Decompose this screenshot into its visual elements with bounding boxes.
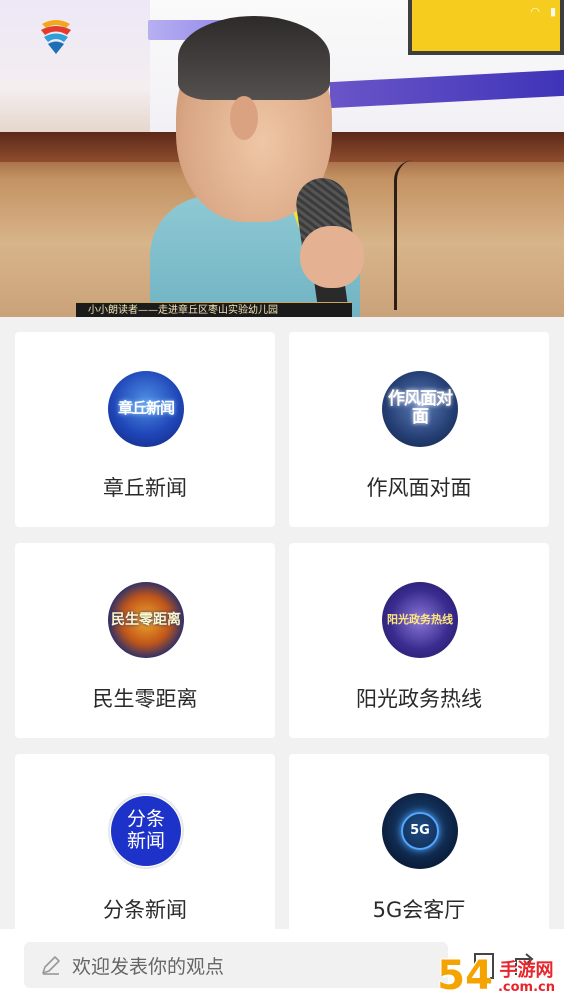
channel-card-zhangqiu-news[interactable]: 章丘新闻 章丘新闻 (15, 332, 275, 527)
channel-label: 民生零距离 (92, 687, 198, 711)
child-hand (300, 226, 364, 288)
app-logo-icon (41, 20, 71, 54)
wifi-icon: ◠ (530, 4, 540, 18)
video-player[interactable]: 小小朗读者——走进章丘区枣山实验幼儿园 ◠ ▮ (0, 0, 564, 317)
child-ear (230, 96, 258, 140)
child-hair (178, 16, 330, 100)
video-caption: 小小朗读者——走进章丘区枣山实验幼儿园 (76, 302, 352, 317)
channel-card-zuofeng[interactable]: 作风面对面 作风面对面 (289, 332, 549, 527)
channel-label: 阳光政务热线 (356, 687, 482, 711)
watermark-number: 54 (437, 953, 493, 999)
channel-grid: 章丘新闻 章丘新闻 作风面对面 作风面对面 民生零距离 民生零距离 阳光政务热线… (0, 317, 564, 949)
microphone-cable (394, 160, 414, 310)
sunshine-gov-hotline-icon: 阳光政务热线 (382, 582, 458, 658)
comment-bar: 欢迎发表你的观点 54 手游网 .com.cn (0, 929, 564, 1002)
channel-label: 5G会客厅 (372, 898, 466, 922)
watermark-domain: .com.cn (494, 980, 558, 996)
channel-card-sunshine-hotline[interactable]: 阳光政务热线 阳光政务热线 (289, 543, 549, 738)
status-bar: ◠ ▮ (530, 2, 556, 20)
channel-card-5g-lounge[interactable]: 5G 5G会客厅 (289, 754, 549, 949)
zhangqiu-news-icon: 章丘新闻 (108, 371, 184, 447)
zuofeng-face-to-face-icon: 作风面对面 (382, 371, 458, 447)
5g-lounge-icon: 5G (382, 793, 458, 869)
comment-input[interactable]: 欢迎发表你的观点 (24, 942, 448, 988)
channel-card-minsheng[interactable]: 民生零距离 民生零距离 (15, 543, 275, 738)
watermark-text: 手游网 (499, 959, 554, 981)
channel-card-split-news[interactable]: 分条 新闻 分条新闻 (15, 754, 275, 949)
minsheng-zero-distance-icon: 民生零距离 (108, 582, 184, 658)
channel-label: 章丘新闻 (103, 476, 187, 500)
site-watermark: 54 手游网 .com.cn (437, 946, 558, 996)
comment-placeholder: 欢迎发表你的观点 (72, 955, 225, 978)
channel-label: 分条新闻 (103, 898, 187, 922)
battery-icon: ▮ (549, 4, 556, 18)
channel-label: 作风面对面 (366, 476, 472, 500)
split-news-icon: 分条 新闻 (108, 793, 184, 869)
pencil-icon (42, 956, 60, 975)
